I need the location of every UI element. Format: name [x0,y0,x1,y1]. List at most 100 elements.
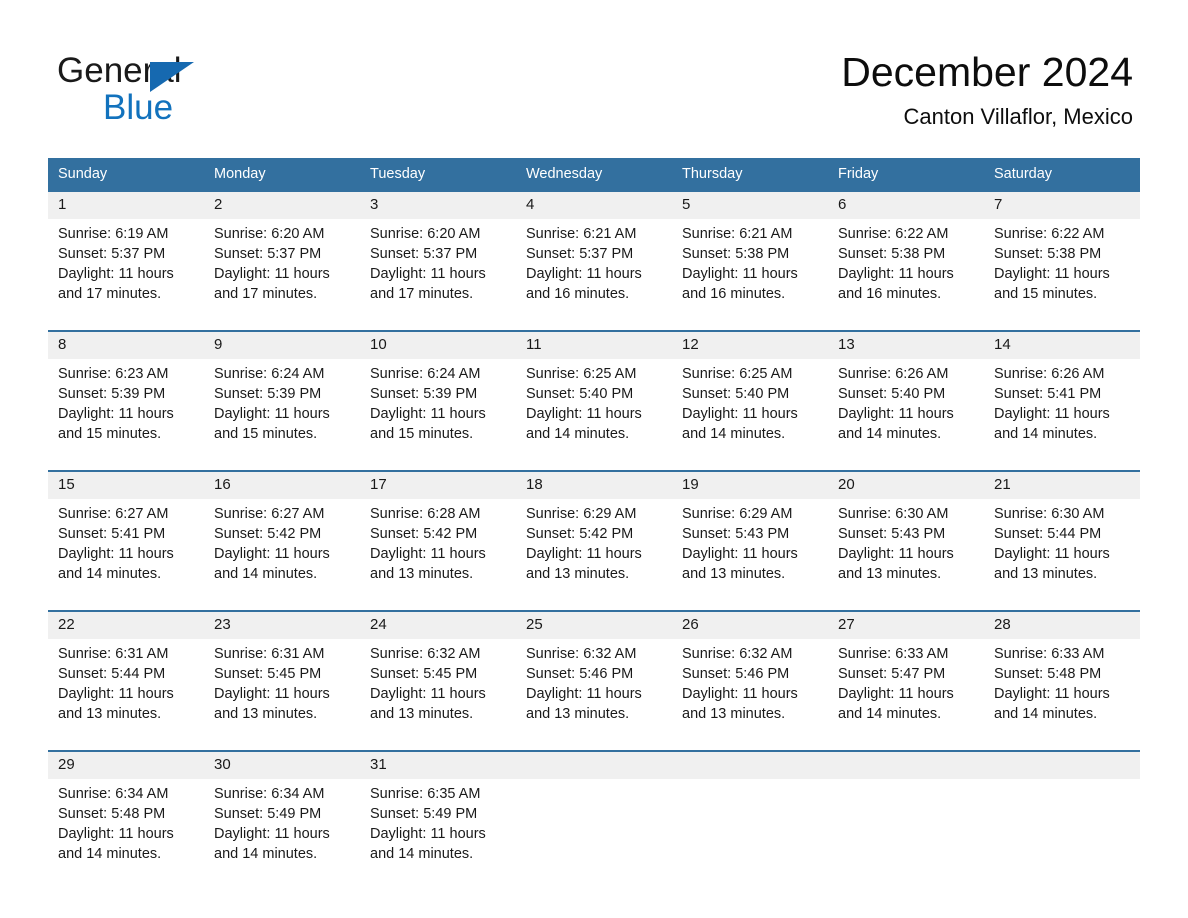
day-number[interactable]: 16 [204,470,360,499]
sunrise-text: Sunrise: 6:31 AM [58,646,169,662]
daylight-text-line1: Daylight: 11 hours [370,546,486,562]
day-number[interactable]: 2 [204,190,360,219]
daylight-text-line2: and 16 minutes. [682,286,786,302]
week-daynumber-row: 15 16 17 18 19 20 21 [48,470,1140,499]
sunrise-text: Sunrise: 6:32 AM [526,646,637,662]
daylight-text-line1: Daylight: 11 hours [838,686,954,702]
day-detail-lines: Sunrise: 6:30 AM Sunset: 5:44 PM Daylight:… [994,504,1132,584]
day-cell[interactable]: Sunrise: 6:33 AM Sunset: 5:48 PM Daylight:… [984,639,1140,751]
day-cell[interactable]: Sunrise: 6:27 AM Sunset: 5:41 PM Daylight:… [48,499,204,611]
sunrise-text: Sunrise: 6:22 AM [994,226,1105,242]
day-number[interactable]: 18 [516,470,672,499]
day-number[interactable]: 28 [984,610,1140,639]
day-cell[interactable]: Sunrise: 6:32 AM Sunset: 5:46 PM Daylight:… [672,639,828,751]
sunrise-text: Sunrise: 6:33 AM [838,646,949,662]
sunrise-text: Sunrise: 6:24 AM [370,366,481,382]
sunset-text: Sunset: 5:49 PM [214,806,322,822]
sunset-text: Sunset: 5:49 PM [370,806,478,822]
daylight-text-line1: Daylight: 11 hours [994,546,1110,562]
sunrise-text: Sunrise: 6:25 AM [526,366,637,382]
day-cell[interactable]: Sunrise: 6:24 AM Sunset: 5:39 PM Daylight:… [204,359,360,471]
day-cell[interactable]: Sunrise: 6:20 AM Sunset: 5:37 PM Daylight:… [204,219,360,331]
day-cell[interactable]: Sunrise: 6:35 AM Sunset: 5:49 PM Daylight:… [360,779,516,890]
sunrise-sunset-calendar: Sunday Monday Tuesday Wednesday Thursday… [48,158,1140,890]
day-cell[interactable]: Sunrise: 6:30 AM Sunset: 5:43 PM Daylight:… [828,499,984,611]
sunset-text: Sunset: 5:39 PM [370,386,478,402]
day-cell[interactable]: Sunrise: 6:24 AM Sunset: 5:39 PM Daylight:… [360,359,516,471]
day-cell[interactable]: Sunrise: 6:20 AM Sunset: 5:37 PM Daylight:… [360,219,516,331]
day-cell[interactable]: Sunrise: 6:22 AM Sunset: 5:38 PM Daylight:… [828,219,984,331]
day-cell[interactable]: Sunrise: 6:19 AM Sunset: 5:37 PM Daylight:… [48,219,204,331]
day-number[interactable]: 23 [204,610,360,639]
day-cell[interactable]: Sunrise: 6:29 AM Sunset: 5:43 PM Daylight:… [672,499,828,611]
sunset-text: Sunset: 5:42 PM [370,526,478,542]
daylight-text-line2: and 13 minutes. [838,566,942,582]
day-number[interactable]: 30 [204,750,360,779]
day-cell[interactable]: Sunrise: 6:23 AM Sunset: 5:39 PM Daylight:… [48,359,204,471]
day-number[interactable]: 22 [48,610,204,639]
day-number[interactable]: 10 [360,330,516,359]
week-daynumber-row: 22 23 24 25 26 27 28 [48,610,1140,639]
day-number[interactable]: 15 [48,470,204,499]
day-number[interactable]: 26 [672,610,828,639]
day-number[interactable]: 5 [672,190,828,219]
sunset-text: Sunset: 5:39 PM [58,386,166,402]
day-number[interactable]: 4 [516,190,672,219]
day-cell[interactable]: Sunrise: 6:28 AM Sunset: 5:42 PM Daylight:… [360,499,516,611]
day-number[interactable]: 13 [828,330,984,359]
sunset-text: Sunset: 5:43 PM [838,526,946,542]
day-cell[interactable]: Sunrise: 6:22 AM Sunset: 5:38 PM Daylight:… [984,219,1140,331]
sunrise-text: Sunrise: 6:20 AM [214,226,325,242]
day-number[interactable]: 21 [984,470,1140,499]
day-number[interactable]: 12 [672,330,828,359]
week-daynumber-row: 8 9 10 11 12 13 14 [48,330,1140,359]
day-number[interactable]: 7 [984,190,1140,219]
day-number[interactable]: 19 [672,470,828,499]
day-number[interactable]: 17 [360,470,516,499]
day-cell[interactable]: Sunrise: 6:29 AM Sunset: 5:42 PM Daylight:… [516,499,672,611]
day-number[interactable]: 25 [516,610,672,639]
day-cell[interactable]: Sunrise: 6:34 AM Sunset: 5:49 PM Daylight:… [204,779,360,890]
day-detail-lines: Sunrise: 6:23 AM Sunset: 5:39 PM Daylight:… [58,364,196,444]
day-cell[interactable]: Sunrise: 6:26 AM Sunset: 5:41 PM Daylight:… [984,359,1140,471]
sunrise-text: Sunrise: 6:30 AM [838,506,949,522]
day-number[interactable]: 24 [360,610,516,639]
day-cell[interactable]: Sunrise: 6:34 AM Sunset: 5:48 PM Daylight:… [48,779,204,890]
day-cell[interactable]: Sunrise: 6:21 AM Sunset: 5:38 PM Daylight:… [672,219,828,331]
day-cell[interactable]: Sunrise: 6:32 AM Sunset: 5:45 PM Daylight:… [360,639,516,751]
day-number[interactable]: 6 [828,190,984,219]
week-detail-row: Sunrise: 6:23 AM Sunset: 5:39 PM Daylight:… [48,359,1140,471]
day-number[interactable]: 1 [48,190,204,219]
dow-header-friday: Friday [828,158,984,191]
daylight-text-line1: Daylight: 11 hours [58,686,174,702]
day-number[interactable]: 9 [204,330,360,359]
day-cell[interactable]: Sunrise: 6:33 AM Sunset: 5:47 PM Daylight:… [828,639,984,751]
sunset-text: Sunset: 5:42 PM [526,526,634,542]
general-blue-logo[interactable]: General Blue [57,52,317,127]
day-cell[interactable]: Sunrise: 6:21 AM Sunset: 5:37 PM Daylight:… [516,219,672,331]
dow-header-saturday: Saturday [984,158,1140,191]
day-number[interactable]: 31 [360,750,516,779]
day-cell[interactable]: Sunrise: 6:25 AM Sunset: 5:40 PM Daylight:… [672,359,828,471]
day-cell[interactable]: Sunrise: 6:31 AM Sunset: 5:44 PM Daylight:… [48,639,204,751]
day-cell[interactable]: Sunrise: 6:30 AM Sunset: 5:44 PM Daylight:… [984,499,1140,611]
empty-day-number [516,750,672,779]
week-detail-row: Sunrise: 6:31 AM Sunset: 5:44 PM Daylight:… [48,639,1140,751]
day-number[interactable]: 11 [516,330,672,359]
day-cell[interactable]: Sunrise: 6:32 AM Sunset: 5:46 PM Daylight:… [516,639,672,751]
day-cell[interactable]: Sunrise: 6:31 AM Sunset: 5:45 PM Daylight:… [204,639,360,751]
day-cell[interactable]: Sunrise: 6:27 AM Sunset: 5:42 PM Daylight:… [204,499,360,611]
day-number[interactable]: 29 [48,750,204,779]
day-cell[interactable]: Sunrise: 6:26 AM Sunset: 5:40 PM Daylight:… [828,359,984,471]
daylight-text-line2: and 13 minutes. [682,566,786,582]
day-cell[interactable]: Sunrise: 6:25 AM Sunset: 5:40 PM Daylight:… [516,359,672,471]
day-number[interactable]: 8 [48,330,204,359]
daylight-text-line1: Daylight: 11 hours [526,266,642,282]
day-number[interactable]: 14 [984,330,1140,359]
day-number[interactable]: 27 [828,610,984,639]
day-detail-lines: Sunrise: 6:32 AM Sunset: 5:46 PM Daylight:… [682,644,820,724]
day-number[interactable]: 3 [360,190,516,219]
sunrise-text: Sunrise: 6:34 AM [58,786,169,802]
sunset-text: Sunset: 5:38 PM [682,246,790,262]
day-number[interactable]: 20 [828,470,984,499]
